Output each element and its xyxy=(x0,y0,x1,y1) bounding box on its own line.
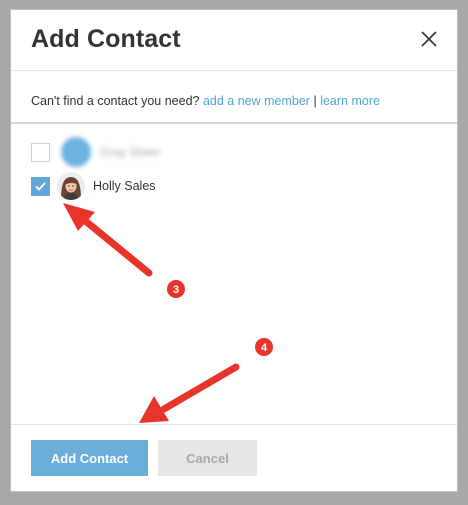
learn-more-link[interactable]: learn more xyxy=(320,94,380,108)
checkmark-icon xyxy=(35,181,46,191)
contact-checkbox[interactable] xyxy=(31,176,50,196)
contact-name: Holly Sales xyxy=(93,179,156,193)
contact-row[interactable]: Holly Sales xyxy=(31,172,156,200)
hint-line: Can't find a contact you need? add a new… xyxy=(31,94,380,108)
add-new-member-link[interactable]: add a new member xyxy=(203,94,310,108)
header-divider xyxy=(11,70,457,71)
contact-name: Gray Slater xyxy=(100,145,161,159)
contact-row[interactable]: Gray Slater xyxy=(31,137,161,167)
close-icon[interactable] xyxy=(419,29,439,49)
cancel-button[interactable]: Cancel xyxy=(158,440,257,476)
add-contact-button[interactable]: Add Contact xyxy=(31,440,148,476)
hint-text: Can't find a contact you need? xyxy=(31,94,200,108)
add-contact-dialog: Add Contact Can't find a contact you nee… xyxy=(10,9,458,492)
footer-divider xyxy=(11,424,457,425)
list-divider xyxy=(11,122,457,124)
avatar xyxy=(61,137,91,167)
hint-divider: | xyxy=(313,94,317,108)
dialog-title: Add Contact xyxy=(31,25,181,53)
avatar xyxy=(57,172,85,200)
contact-checkbox[interactable] xyxy=(31,142,50,162)
